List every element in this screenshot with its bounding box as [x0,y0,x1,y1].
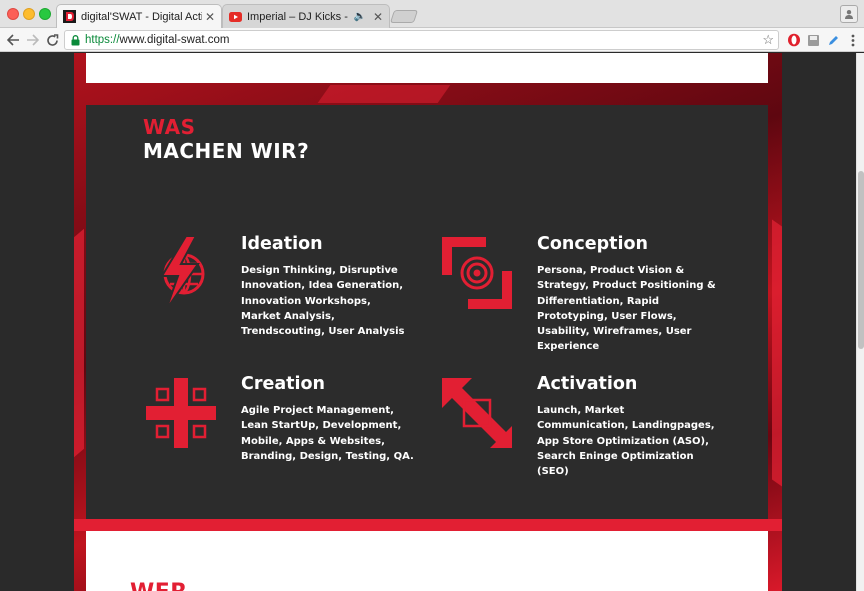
scrollbar-thumb[interactable] [858,171,864,349]
youtube-icon [229,10,242,23]
tab-digital-swat[interactable]: digital'SWAT - Digital Activation ✕ [56,4,222,28]
service-description-creation: Agile Project Management, Lean StartUp, … [241,405,414,462]
save-extension-icon[interactable] [805,32,821,48]
window-close-button[interactable] [7,8,19,20]
new-tab-button[interactable] [389,10,419,23]
url-scheme: https:// [85,34,120,46]
url-host: www.digital-swat.com [119,34,230,46]
page-scrollbar[interactable] [856,53,864,591]
browser-toolbar: https://www.digital-swat.com ☆ [0,28,864,52]
cross-grid-icon [146,378,216,448]
service-title-activation: Activation [537,374,638,394]
window-zoom-button[interactable] [39,8,51,20]
service-title-conception: Conception [537,234,648,254]
tab-strip: digital'SWAT - Digital Activation ✕ Impe… [0,0,864,28]
diagonal-expand-icon [442,378,512,448]
service-description-conception: Persona, Product Vision & Strategy, Prod… [537,265,716,353]
opera-extension-icon[interactable] [786,32,802,48]
next-section-heading: WER [130,580,188,591]
speaker-icon[interactable]: 🔈 [353,11,365,22]
next-section-card [86,531,768,591]
reload-icon[interactable] [43,31,61,49]
section-heading-kicker: WAS [143,115,196,139]
lock-icon [71,34,80,45]
service-title-creation: Creation [241,374,325,394]
back-arrow-icon[interactable] [4,31,22,49]
profile-icon[interactable] [840,5,858,23]
section-divider-band [74,519,782,531]
section-heading: MACHEN WIR? [143,139,310,163]
bookmark-star-icon[interactable]: ☆ [762,32,774,48]
target-frame-icon [442,237,512,309]
window-minimize-button[interactable] [23,8,35,20]
page-viewport [0,53,856,591]
digitalswat-logo-icon [63,10,76,23]
tab-close-icon[interactable]: ✕ [373,10,383,24]
tab-title: digital'SWAT - Digital Activation [81,10,202,23]
pen-extension-icon[interactable] [825,32,841,48]
service-description-activation: Launch, Market Communication, Landingpag… [537,405,715,478]
tab-title: Imperial – DJ Kicks - YouTube [247,10,349,23]
service-description-ideation: Design Thinking, Disruptive Innovation, … [241,265,405,338]
forward-arrow-icon[interactable] [23,31,41,49]
previous-section-card [86,53,768,83]
service-title-ideation: Ideation [241,234,323,254]
address-bar[interactable]: https://www.digital-swat.com ☆ [64,30,779,50]
lightning-globe-icon [160,235,205,310]
menu-dots-icon[interactable] [845,32,861,48]
tab-close-icon[interactable]: ✕ [205,10,215,24]
tab-youtube[interactable]: Imperial – DJ Kicks - YouTube 🔈 ✕ [222,4,390,28]
